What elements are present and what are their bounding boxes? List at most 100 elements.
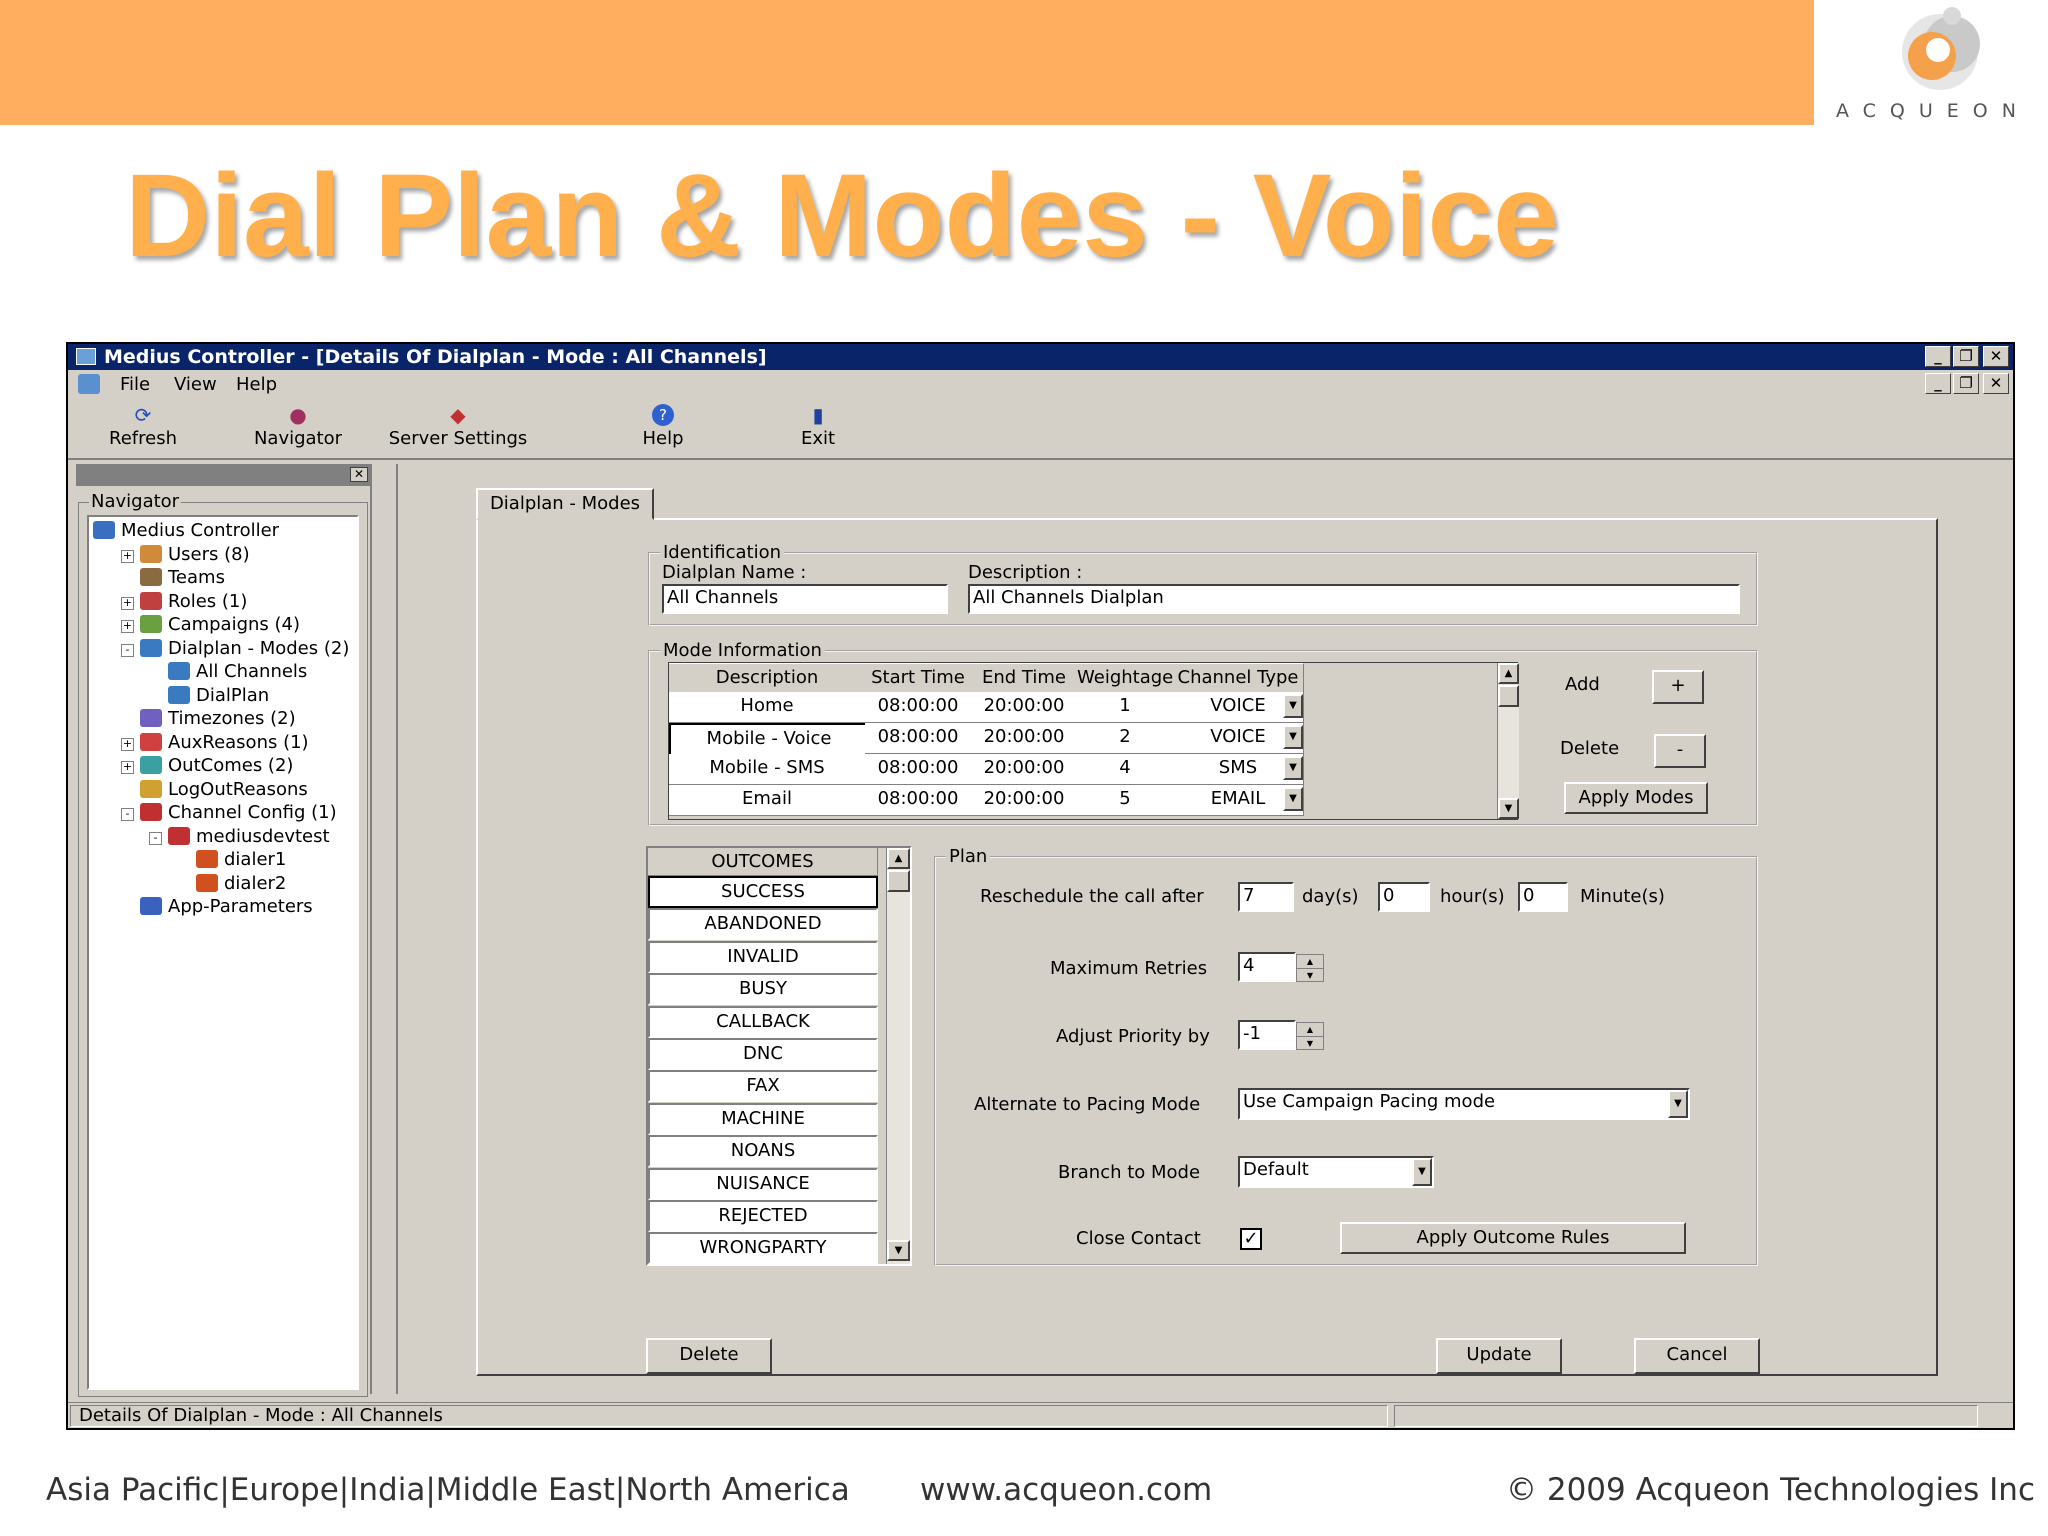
- scroll-thumb[interactable]: [1498, 685, 1519, 707]
- scroll-up-arrow[interactable]: ▲: [1498, 663, 1519, 684]
- apply-outcome-rules-button[interactable]: Apply Outcome Rules: [1340, 1222, 1686, 1254]
- add-mode-button[interactable]: +: [1652, 670, 1704, 704]
- restore-button[interactable]: ❐: [1953, 346, 1979, 367]
- menu-file[interactable]: File: [120, 374, 150, 395]
- channel-type-dropdown-icon[interactable]: ▼: [1283, 756, 1303, 780]
- outcome-item[interactable]: NOANS: [648, 1135, 878, 1168]
- reschedule-minutes-input[interactable]: 0: [1518, 882, 1568, 912]
- tree-item[interactable]: + OutComes (2): [93, 754, 349, 778]
- grid-column-header[interactable]: Description: [669, 663, 866, 693]
- tree-item[interactable]: - Dialplan - Modes (2): [93, 637, 349, 661]
- collapse-icon[interactable]: -: [121, 808, 134, 821]
- outcomes-scrollbar[interactable]: ▲ ▼: [886, 848, 910, 1264]
- adjust-priority-input[interactable]: -1: [1238, 1020, 1296, 1050]
- collapse-icon[interactable]: -: [149, 831, 162, 845]
- grid-column-header[interactable]: Weightage: [1077, 663, 1174, 693]
- apply-modes-button[interactable]: Apply Modes: [1564, 782, 1708, 814]
- tree-item[interactable]: - Channel Config (1): [93, 801, 349, 825]
- outcome-item[interactable]: FAX: [648, 1070, 878, 1103]
- grid-cell[interactable]: Mobile - Voice: [669, 723, 869, 757]
- grid-cell[interactable]: 08:00:00: [865, 785, 972, 816]
- grid-cell[interactable]: SMS ▼: [1173, 754, 1304, 785]
- grid-cell[interactable]: VOICE ▼: [1173, 723, 1304, 754]
- outcome-item[interactable]: ABANDONED: [648, 908, 878, 941]
- tree-item[interactable]: App-Parameters: [93, 895, 349, 919]
- adjust-priority-spinner[interactable]: ▲ ▼: [1296, 1022, 1324, 1050]
- max-retries-input[interactable]: 4: [1238, 952, 1296, 982]
- channel-type-dropdown-icon[interactable]: ▼: [1283, 725, 1303, 749]
- tree-item[interactable]: DialPlan: [93, 684, 349, 708]
- grid-cell[interactable]: 20:00:00: [971, 754, 1078, 785]
- outcome-item[interactable]: REJECTED: [648, 1200, 878, 1232]
- reschedule-days-input[interactable]: 7: [1238, 882, 1294, 912]
- grid-cell[interactable]: 08:00:00: [865, 754, 972, 785]
- refresh-button[interactable]: ⟳ Refresh: [88, 398, 198, 458]
- delete-button[interactable]: Delete: [646, 1338, 772, 1374]
- navigator-close-icon[interactable]: ✕: [350, 467, 368, 482]
- tree-item[interactable]: + Roles (1): [93, 590, 349, 614]
- grid-cell[interactable]: VOICE ▼: [1173, 692, 1304, 723]
- grid-cell[interactable]: EMAIL ▼: [1173, 785, 1304, 816]
- exit-button[interactable]: ▮ Exit: [783, 398, 853, 458]
- tree-item[interactable]: Timezones (2): [93, 707, 349, 731]
- grid-cell[interactable]: Mobile - SMS: [669, 754, 866, 785]
- grid-cell[interactable]: 08:00:00: [865, 692, 972, 723]
- grid-column-header[interactable]: Channel Type: [1173, 663, 1304, 693]
- grid-cell[interactable]: Email: [669, 785, 866, 816]
- branch-select[interactable]: Default ▼: [1238, 1156, 1434, 1188]
- tree-item[interactable]: - mediusdevtest: [93, 825, 349, 849]
- outcome-item[interactable]: SUCCESS: [648, 876, 878, 908]
- menu-help[interactable]: Help: [236, 374, 277, 395]
- alt-pacing-dropdown-icon[interactable]: ▼: [1668, 1090, 1688, 1118]
- grid-cell[interactable]: 2: [1077, 723, 1174, 754]
- channel-type-dropdown-icon[interactable]: ▼: [1283, 787, 1303, 811]
- close-button[interactable]: ✕: [1983, 346, 2009, 367]
- child-restore-button[interactable]: ❐: [1953, 373, 1979, 394]
- tab-dialplan-modes[interactable]: Dialplan - Modes: [476, 488, 654, 520]
- expand-icon[interactable]: +: [121, 596, 134, 610]
- expand-icon[interactable]: +: [121, 620, 134, 633]
- collapse-icon[interactable]: -: [121, 643, 134, 657]
- alt-pacing-select[interactable]: Use Campaign Pacing mode ▼: [1238, 1088, 1690, 1120]
- tree-item[interactable]: dialer1: [93, 848, 349, 872]
- outcomes-scroll-thumb[interactable]: [887, 870, 910, 892]
- grid-cell[interactable]: 1: [1077, 692, 1174, 723]
- child-close-button[interactable]: ✕: [1983, 373, 2009, 394]
- server-settings-button[interactable]: ◆ Server Settings: [378, 398, 538, 458]
- outcome-item[interactable]: NUISANCE: [648, 1167, 878, 1200]
- tree-item[interactable]: Medius Controller: [93, 519, 349, 543]
- grid-column-header[interactable]: Start Time: [865, 663, 972, 693]
- outcome-item[interactable]: BUSY: [648, 973, 878, 1006]
- footer-url[interactable]: www.acqueon.com: [920, 1472, 1212, 1508]
- expand-icon[interactable]: +: [121, 737, 134, 751]
- tree-item[interactable]: + AuxReasons (1): [93, 731, 349, 755]
- delete-mode-button[interactable]: -: [1654, 734, 1706, 768]
- tree-item[interactable]: Teams: [93, 566, 349, 590]
- outcomes-scroll-up[interactable]: ▲: [887, 848, 910, 869]
- outcome-item[interactable]: DNC: [648, 1038, 878, 1070]
- reschedule-hours-input[interactable]: 0: [1378, 882, 1430, 912]
- child-minimize-button[interactable]: _: [1925, 373, 1951, 394]
- outcome-item[interactable]: CALLBACK: [648, 1005, 878, 1038]
- modes-grid-scrollbar[interactable]: ▲ ▼: [1497, 663, 1519, 819]
- scroll-down-arrow[interactable]: ▼: [1498, 798, 1519, 819]
- navigator-button[interactable]: ● Navigator: [238, 398, 358, 458]
- grid-cell[interactable]: 20:00:00: [971, 723, 1078, 754]
- outcome-item[interactable]: WRONGPARTY: [648, 1232, 878, 1265]
- grid-cell[interactable]: 08:00:00: [865, 723, 972, 754]
- expand-icon[interactable]: +: [121, 549, 134, 563]
- outcome-item[interactable]: INVALID: [648, 940, 878, 973]
- grid-cell[interactable]: Home: [669, 692, 866, 723]
- channel-type-dropdown-icon[interactable]: ▼: [1283, 694, 1303, 718]
- max-retries-spinner[interactable]: ▲ ▼: [1296, 954, 1324, 982]
- dialplan-name-input[interactable]: All Channels: [662, 584, 948, 614]
- grid-cell[interactable]: 20:00:00: [971, 785, 1078, 816]
- minimize-button[interactable]: _: [1925, 346, 1951, 367]
- outcome-item[interactable]: MACHINE: [648, 1102, 878, 1135]
- expand-icon[interactable]: +: [121, 761, 134, 774]
- grid-column-header[interactable]: End Time: [971, 663, 1078, 693]
- update-button[interactable]: Update: [1436, 1338, 1562, 1374]
- menu-view[interactable]: View: [174, 374, 217, 395]
- grid-cell[interactable]: 4: [1077, 754, 1174, 785]
- tree-item[interactable]: All Channels: [93, 660, 349, 684]
